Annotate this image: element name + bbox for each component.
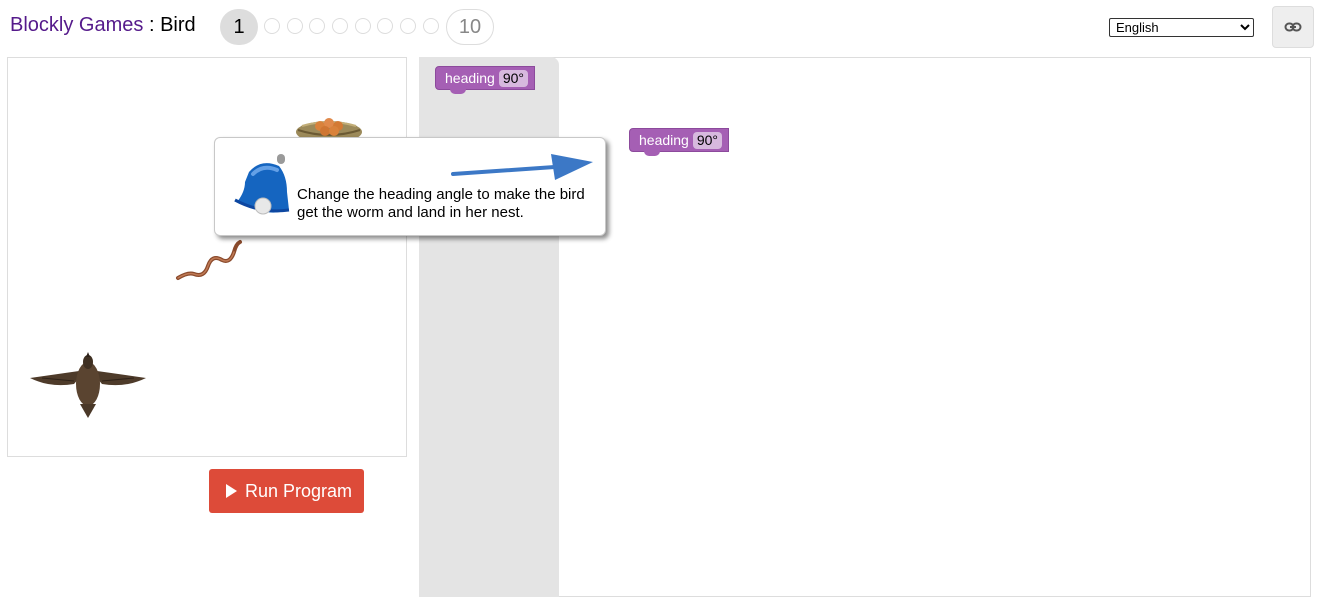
app-title-link[interactable]: Blockly Games bbox=[10, 14, 143, 36]
block-notch bbox=[450, 89, 466, 94]
level-9-link[interactable] bbox=[423, 18, 439, 34]
bird-image bbox=[30, 352, 146, 418]
heading-angle-field[interactable]: 90° bbox=[498, 70, 528, 87]
bell-icon bbox=[234, 154, 290, 215]
level-7-link[interactable] bbox=[377, 18, 393, 34]
heading-angle-field[interactable]: 90° bbox=[692, 132, 722, 149]
block-label: heading bbox=[639, 132, 689, 148]
level-3-link[interactable] bbox=[287, 18, 303, 34]
level-6-link[interactable] bbox=[355, 18, 371, 34]
play-icon bbox=[226, 484, 237, 498]
page-title: Blockly Games : Bird bbox=[10, 14, 196, 37]
level-name: Bird bbox=[160, 14, 196, 36]
level-5-link[interactable] bbox=[332, 18, 348, 34]
level-2-link[interactable] bbox=[264, 18, 280, 34]
block-label: heading bbox=[445, 70, 495, 86]
visualization-canvas bbox=[7, 57, 407, 457]
language-select[interactable]: English bbox=[1109, 18, 1254, 37]
run-program-button[interactable]: Run Program bbox=[209, 469, 364, 513]
link-button[interactable] bbox=[1272, 6, 1314, 48]
run-program-label: Run Program bbox=[245, 481, 353, 501]
level-current[interactable]: 1 bbox=[220, 9, 258, 45]
level-last-link[interactable]: 10 bbox=[446, 9, 494, 45]
worm-image bbox=[176, 240, 242, 280]
link-icon bbox=[1284, 22, 1302, 32]
hint-bubble: Change the heading angle to make the bir… bbox=[214, 137, 606, 236]
hint-text: Change the heading angle to make the bir… bbox=[297, 186, 585, 221]
level-4-link[interactable] bbox=[309, 18, 325, 34]
workspace-heading-block[interactable]: heading 90° bbox=[629, 128, 729, 156]
block-notch bbox=[644, 151, 660, 156]
arrow-icon bbox=[451, 154, 593, 180]
toolbox-heading-block[interactable]: heading 90° bbox=[435, 66, 535, 94]
level-8-link[interactable] bbox=[400, 18, 416, 34]
title-separator: : bbox=[148, 14, 155, 36]
